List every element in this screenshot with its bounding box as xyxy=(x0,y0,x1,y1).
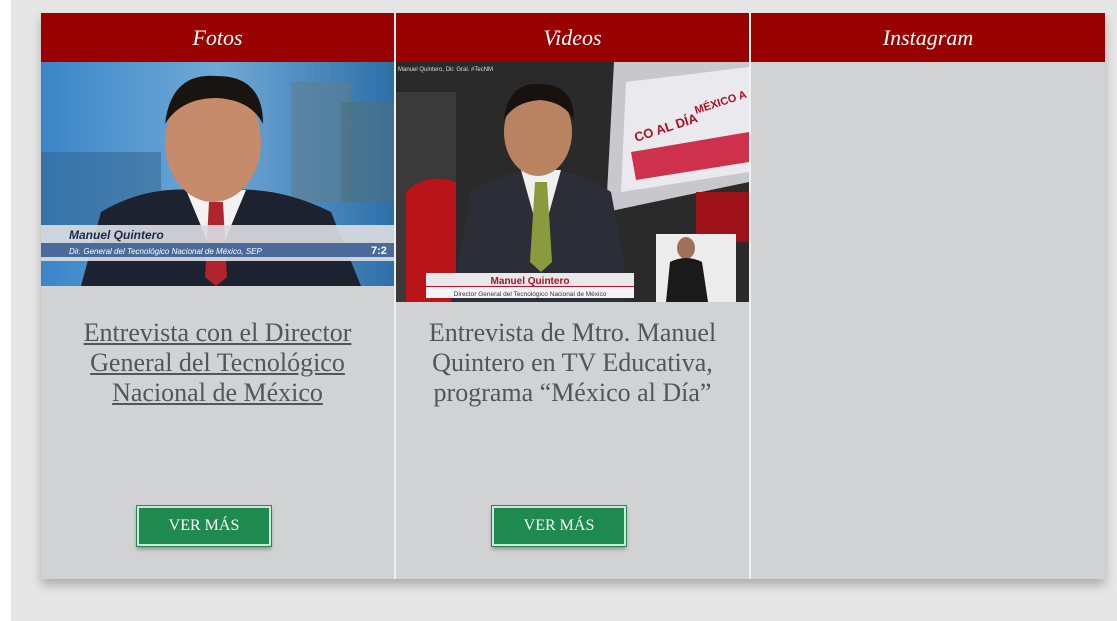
lower-third-clock: 7:2 xyxy=(371,245,387,257)
media-panel: Fotos Manuel Quintero Dir. General del T… xyxy=(41,13,1105,579)
interview-video-frame: CO AL DÍA MÉXICO A Manuel Quintero, Dir. xyxy=(396,62,749,302)
videos-thumbnail[interactable]: CO AL DÍA MÉXICO A Manuel Quintero, Dir. xyxy=(396,62,749,302)
tab-videos[interactable]: Videos xyxy=(396,13,749,62)
interview-photo: Manuel Quintero Dir. General del Tecnoló… xyxy=(41,62,394,286)
lower-third-title: Dir. General del Tecnológico Nacional de… xyxy=(69,247,263,256)
videos-ver-mas-button[interactable]: VER MÁS xyxy=(491,505,627,547)
fotos-caption-link[interactable]: Entrevista con el Director General del T… xyxy=(51,318,384,408)
column-videos: Videos CO AL DÍA MÉXICO A Manuel Quinter… xyxy=(396,13,751,579)
lower-third-name: Manuel Quintero xyxy=(69,228,164,242)
tab-instagram[interactable]: Instagram xyxy=(751,13,1105,62)
video-top-label: Manuel Quintero, Dir. Gral. #TecNM xyxy=(398,67,493,73)
fotos-thumbnail[interactable]: Manuel Quintero Dir. General del Tecnoló… xyxy=(41,62,394,286)
video-lower-third-name: Manuel Quintero xyxy=(491,276,570,287)
column-fotos: Fotos Manuel Quintero Dir. General del T… xyxy=(41,13,396,579)
tab-fotos[interactable]: Fotos xyxy=(41,13,394,62)
videos-caption: Entrevista de Mtro. Manuel Quintero en T… xyxy=(428,318,717,407)
fotos-ver-mas-button[interactable]: VER MÁS xyxy=(136,505,272,547)
video-lower-third-title: Director General del Tecnológico Naciona… xyxy=(454,291,607,298)
column-instagram: Instagram xyxy=(751,13,1105,579)
